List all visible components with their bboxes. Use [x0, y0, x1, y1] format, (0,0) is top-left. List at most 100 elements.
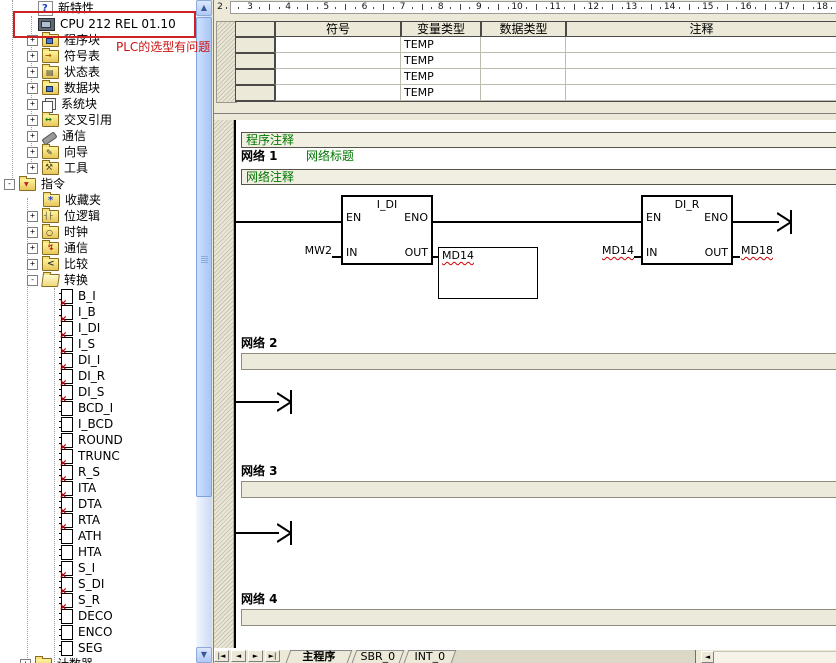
operand-mw2[interactable]: MW2	[299, 245, 332, 257]
function-block-di-r[interactable]: DI_R EN ENO IN OUT	[641, 195, 733, 265]
expand-icon[interactable]: +	[27, 259, 38, 270]
operand-md14[interactable]: MD14	[442, 250, 474, 262]
tree-item[interactable]: ENCO	[0, 624, 196, 640]
tab-nav-prev-button[interactable]: ◄	[231, 650, 246, 662]
tab-nav-last-button[interactable]: ►|	[265, 650, 280, 662]
tree-item[interactable]: +向导	[0, 144, 196, 160]
tree-item[interactable]: B_I	[0, 288, 196, 304]
tree-item[interactable]: -指令	[0, 176, 196, 192]
tab-SBR_0[interactable]: SBR_0	[352, 650, 405, 663]
scroll-down-icon[interactable]: ▼	[196, 647, 212, 663]
tab-主程序[interactable]: 主程序	[286, 650, 353, 663]
table-row-header[interactable]	[235, 53, 275, 69]
tree-item[interactable]: ATH	[0, 528, 196, 544]
tree-item[interactable]: +系统块	[0, 96, 196, 112]
network-2-comment-bar[interactable]	[241, 353, 836, 370]
tree-item[interactable]: SEG	[0, 640, 196, 656]
tree-item[interactable]: S_R	[0, 592, 196, 608]
function-block-i-di[interactable]: I_DI EN ENO IN OUT	[341, 195, 433, 265]
table-cell[interactable]	[566, 53, 836, 69]
table-cell[interactable]	[481, 69, 566, 85]
expand-icon[interactable]: +	[27, 67, 38, 78]
operand-md14[interactable]: MD14	[601, 245, 634, 257]
table-cell[interactable]	[275, 37, 401, 53]
table-cell[interactable]	[566, 37, 836, 53]
table-row-header[interactable]	[235, 85, 275, 101]
tree-item[interactable]: I_B	[0, 304, 196, 320]
tree-item[interactable]: TRUNC	[0, 448, 196, 464]
ladder-editor[interactable]: 程序注释 网络 1 网络标题 网络注释 I_DI EN ENO IN OUT M…	[213, 120, 836, 648]
network-1-label[interactable]: 网络 1	[241, 149, 278, 163]
tree-item[interactable]: +数据块	[0, 80, 196, 96]
table-cell[interactable]	[566, 69, 836, 85]
table-cell[interactable]	[481, 53, 566, 69]
expand-icon[interactable]: +	[20, 659, 31, 663]
network-3-label[interactable]: 网络 3	[241, 464, 278, 478]
expand-icon[interactable]: +	[27, 115, 38, 126]
tree-item[interactable]: I_DI	[0, 320, 196, 336]
table-cell[interactable]: TEMP	[401, 85, 481, 101]
tree-item[interactable]: S_DI	[0, 576, 196, 592]
tree-item[interactable]: +工具	[0, 160, 196, 176]
table-cell[interactable]	[275, 85, 401, 101]
expand-icon[interactable]: +	[27, 211, 38, 222]
table-cell[interactable]	[481, 85, 566, 101]
table-cell[interactable]: TEMP	[401, 53, 481, 69]
network-4-label[interactable]: 网络 4	[241, 592, 278, 606]
tab-nav-next-button[interactable]: ►	[248, 650, 263, 662]
tree-item[interactable]: I_BCD	[0, 416, 196, 432]
tree-item[interactable]: 收藏夹	[0, 192, 196, 208]
tree-item[interactable]: RTA	[0, 512, 196, 528]
expand-icon[interactable]: +	[27, 227, 38, 238]
network-4-comment-bar[interactable]	[241, 609, 836, 626]
tree-item[interactable]: +交叉引用	[0, 112, 196, 128]
expand-icon[interactable]: +	[27, 163, 38, 174]
table-cell[interactable]	[275, 69, 401, 85]
network-1-title[interactable]: 网络标题	[306, 149, 354, 163]
expand-icon[interactable]: +	[27, 243, 38, 254]
tree-item[interactable]: +比较	[0, 256, 196, 272]
tree-item[interactable]: DI_R	[0, 368, 196, 384]
table-cell[interactable]	[275, 53, 401, 69]
tree-item[interactable]: +通信	[0, 128, 196, 144]
tab-nav-first-button[interactable]: |◄	[214, 650, 229, 662]
program-comment-box[interactable]: 程序注释	[241, 132, 836, 148]
tree-item[interactable]: DI_I	[0, 352, 196, 368]
network-1-comment-box[interactable]: 网络注释	[241, 169, 836, 185]
operand-selection-box[interactable]: MD14	[438, 247, 538, 299]
operand-md18[interactable]: MD18	[741, 245, 773, 257]
scroll-up-icon[interactable]: ▲	[196, 0, 212, 16]
network-3-comment-bar[interactable]	[241, 481, 836, 498]
tree-item[interactable]: I_S	[0, 336, 196, 352]
collapse-icon[interactable]: -	[27, 275, 38, 286]
tab-INT_0[interactable]: INT_0	[404, 650, 457, 663]
collapse-icon[interactable]: -	[4, 179, 15, 190]
horizontal-scrollbar-track[interactable]	[714, 651, 836, 663]
tree-item[interactable]: ITA	[0, 480, 196, 496]
tree-item[interactable]: -转换	[0, 272, 196, 288]
tree-item[interactable]: S_I	[0, 560, 196, 576]
tree-item[interactable]: HTA	[0, 544, 196, 560]
tree-item[interactable]: ROUND	[0, 432, 196, 448]
tree-item[interactable]: +通信	[0, 240, 196, 256]
hscroll-left-icon[interactable]: ◄	[701, 651, 714, 663]
table-cell[interactable]	[566, 85, 836, 101]
table-cell[interactable]	[481, 37, 566, 53]
expand-icon[interactable]: +	[27, 99, 38, 110]
tree-item[interactable]: DI_S	[0, 384, 196, 400]
network-2-label[interactable]: 网络 2	[241, 336, 278, 350]
tree-item[interactable]: +位逻辑	[0, 208, 196, 224]
scrollbar-thumb[interactable]	[196, 17, 212, 497]
table-row-header[interactable]	[235, 69, 275, 85]
expand-icon[interactable]: +	[27, 131, 38, 142]
expand-icon[interactable]: +	[27, 83, 38, 94]
expand-icon[interactable]: +	[27, 51, 38, 62]
tree-item[interactable]: BCD_I	[0, 400, 196, 416]
tree-item[interactable]: DECO	[0, 608, 196, 624]
tree-vertical-scrollbar[interactable]: ▲ ▼	[196, 0, 212, 663]
table-cell[interactable]: TEMP	[401, 69, 481, 85]
expand-icon[interactable]: +	[27, 147, 38, 158]
table-row-header[interactable]	[235, 37, 275, 53]
tree-item[interactable]: DTA	[0, 496, 196, 512]
tree-item[interactable]: +计数器	[0, 656, 196, 663]
